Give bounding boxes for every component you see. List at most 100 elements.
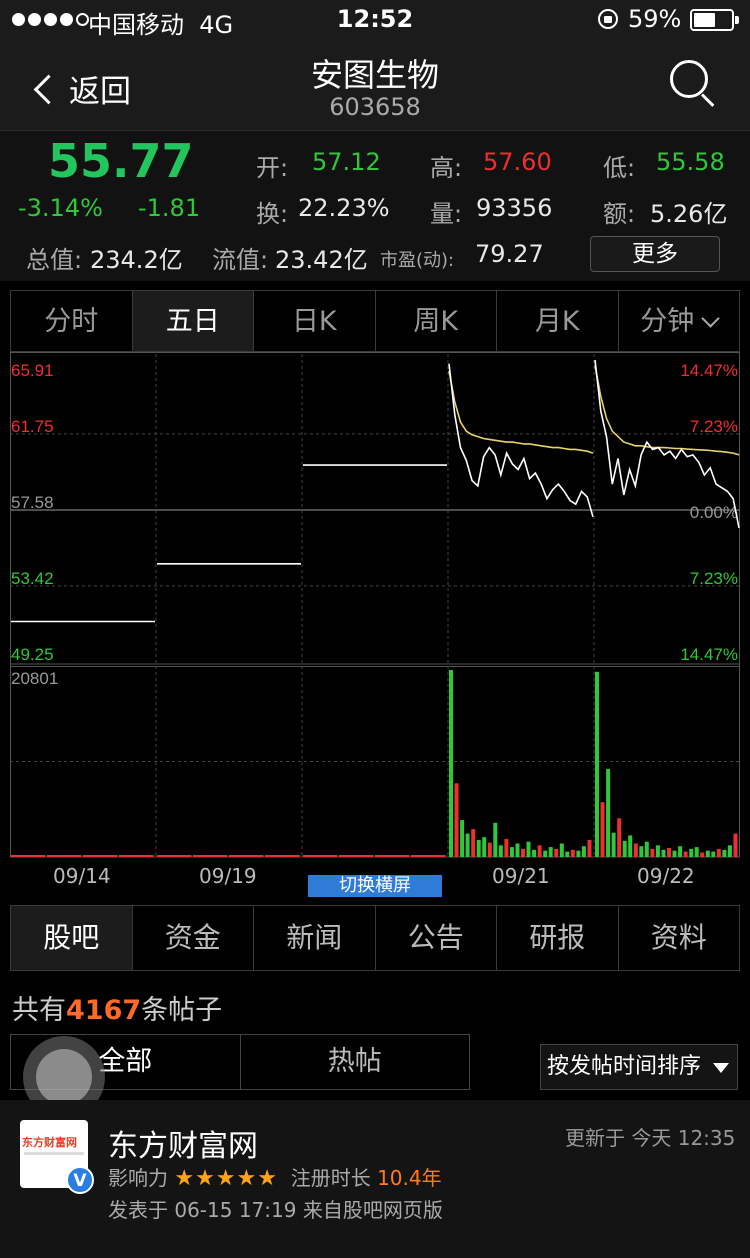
landscape-toggle-button[interactable]: 切换横屏 (308, 875, 442, 897)
y-right-tick-3: 7.23% (690, 569, 738, 588)
volume-bar-3-14 (526, 841, 531, 857)
date-label-1: 09/19 (199, 864, 257, 888)
volume-bar-3-15 (532, 849, 537, 857)
info-tabs: 股吧 资金 新闻 公告 研报 资料 (10, 905, 740, 971)
tab-funds[interactable]: 资金 (133, 906, 254, 970)
tab-news[interactable]: 新闻 (254, 906, 376, 970)
volume-bar-3-8 (493, 822, 498, 857)
volume-bar-4-11 (655, 845, 660, 857)
volume-bar-3-2 (460, 820, 465, 857)
volume-bar-3-13 (521, 848, 525, 857)
verified-badge: V (66, 1166, 94, 1194)
volume-bar-2-2 (375, 855, 410, 857)
volume-bar-3-5 (476, 839, 481, 857)
volume-bar-0-2 (83, 855, 118, 857)
filter-hot-button[interactable]: 热帖 (241, 1035, 470, 1089)
influence-stars: ★★★★★ (174, 1166, 278, 1191)
tab-daily-k[interactable]: 日K (254, 291, 376, 351)
volume-bar-3-24 (581, 846, 586, 857)
volume-bar-0-3 (119, 855, 154, 857)
registration-label: 注册时长 (290, 1166, 371, 1190)
post-count-suffix: 条帖子 (141, 995, 223, 1026)
tab-research[interactable]: 研报 (497, 906, 619, 970)
y-right-tick-4: 14.47% (680, 645, 738, 664)
y-left-tick-3: 53.42 (11, 569, 54, 588)
volume-bar-4-25 (733, 833, 738, 857)
chart-period-tabs: 分时 五日 日K 周K 月K 分钟 (10, 290, 740, 352)
volume-bar-3-22 (570, 849, 575, 857)
status-bar: 中国移动 4G 12:52 59% (0, 0, 750, 40)
volume-bar-3-23 (576, 850, 581, 857)
amount-label: 额: (603, 200, 636, 228)
volume-bar-4-0 (595, 671, 599, 857)
y-right-tick-2: 0.00% (690, 503, 738, 522)
post-count: 共有4167条帖子 (12, 988, 222, 1027)
volume-bar-2-1 (339, 855, 374, 857)
stock-name: 安图生物 (310, 56, 439, 94)
date-label-0: 09/14 (53, 864, 111, 888)
volume-bar-4-8 (639, 846, 644, 857)
influence-label: 影响力 (108, 1166, 168, 1190)
open-value: 57.12 (312, 148, 381, 176)
volume-value: 93356 (476, 194, 553, 222)
volume-bar-0-1 (47, 855, 82, 857)
battery-icon (690, 9, 734, 31)
volume-bar-4-18 (694, 847, 699, 857)
pe-label: 市盈(动): (380, 250, 455, 271)
volume-bar-4-15 (678, 846, 683, 857)
tab-minute[interactable]: 分钟 (619, 291, 740, 351)
volume-bar-3-16 (537, 845, 542, 857)
volume-bar-4-7 (633, 843, 638, 857)
volume-bar-4-13 (667, 848, 671, 857)
volume-bar-3-7 (487, 842, 492, 857)
turnover-value: 22.23% (298, 194, 390, 222)
avg-line-day-3 (448, 370, 594, 454)
tab-weekly-k[interactable]: 周K (376, 291, 497, 351)
tab-intraday[interactable]: 分时 (11, 291, 133, 351)
volume-bar-4-24 (727, 845, 732, 857)
volume-bar-3-6 (482, 837, 487, 857)
volume-bar-2-0 (303, 855, 338, 857)
author-name[interactable]: 东方财富网 (108, 1121, 258, 1165)
sort-label: 按发帖时间排序 (547, 1054, 702, 1079)
tab-five-day[interactable]: 五日 (132, 291, 254, 351)
post-count-prefix: 共有 (12, 995, 66, 1026)
y-left-tick-1: 61.75 (11, 417, 54, 436)
dropdown-triangle-icon (713, 1063, 729, 1073)
change-amount: -1.81 (138, 194, 201, 222)
rotation-lock-icon (598, 9, 618, 29)
volume-bar-4-2 (606, 768, 611, 857)
volume-bar-4-4 (617, 818, 622, 857)
volume-bar-4-12 (661, 849, 666, 857)
tab-forum[interactable]: 股吧 (11, 906, 133, 970)
price-line-day-3 (448, 363, 594, 518)
float-mv-label: 流值: (212, 246, 269, 274)
volume-bar-4-6 (628, 835, 633, 857)
volume-bar-4-10 (650, 848, 655, 857)
volume-bar-4-5 (622, 840, 627, 857)
sort-select[interactable]: 按发帖时间排序 (540, 1044, 738, 1090)
volume-bar-2-3 (411, 855, 446, 857)
y-left-tick-0: 65.91 (11, 361, 54, 380)
total-mv-label: 总值: (26, 246, 83, 274)
five-day-chart[interactable]: 65.91 61.75 57.58 53.42 49.25 14.47% 7.23% 0.00… (10, 352, 740, 862)
volume-bar-4-20 (705, 850, 710, 857)
high-value: 57.60 (483, 148, 552, 176)
volume-bar-4-9 (644, 841, 649, 857)
tab-minute-label: 分钟 (640, 306, 695, 337)
y-left-tick-2: 57.58 (11, 493, 54, 512)
tab-announcements[interactable]: 公告 (376, 906, 497, 970)
updated-time: 更新于 今天 12:35 (565, 1126, 736, 1150)
volume-bar-4-16 (683, 851, 688, 857)
assistive-touch-inner (36, 1049, 92, 1105)
turnover-label: 换: (256, 200, 289, 228)
tab-monthly-k[interactable]: 月K (497, 291, 619, 351)
tab-profile[interactable]: 资料 (619, 906, 740, 970)
volume-bar-3-17 (543, 850, 548, 857)
volume-bar-3-3 (465, 833, 470, 857)
volume-bar-3-21 (565, 851, 570, 857)
volume-bar-4-19 (700, 852, 705, 857)
float-mv-value: 23.42亿 (275, 246, 368, 274)
chevron-down-icon (701, 309, 720, 328)
more-button[interactable]: 更多 (590, 236, 720, 272)
